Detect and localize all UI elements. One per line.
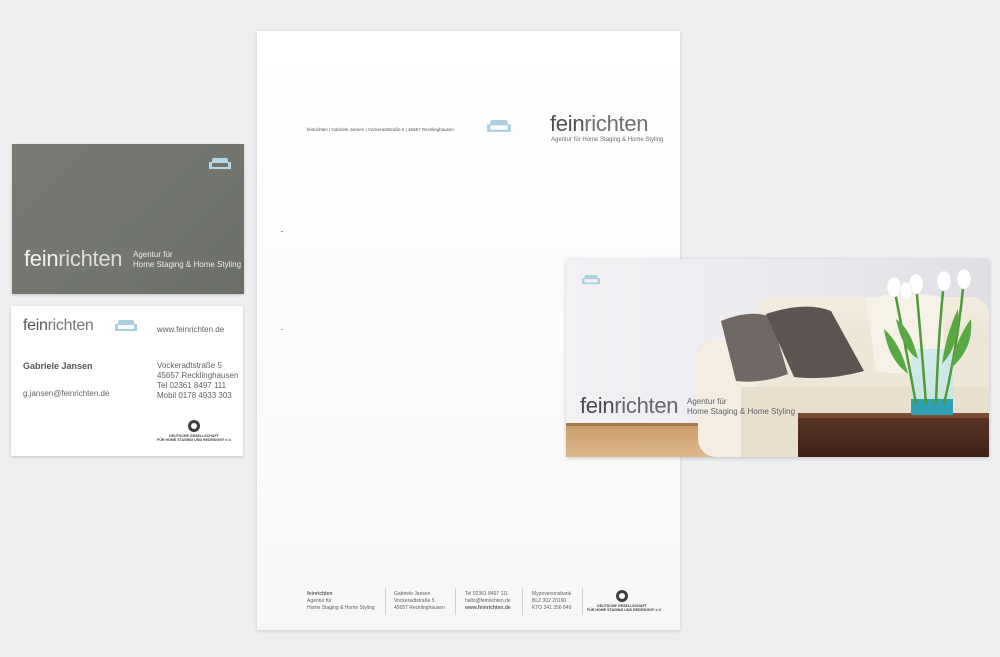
card-front-tagline: Agentur für Home Staging & Home Styling xyxy=(133,250,242,269)
flyer-tagline: Agentur für Home Staging & Home Styling xyxy=(687,397,796,416)
seal-emblem-icon xyxy=(616,590,628,602)
flyer: feinrichten Agentur für Home Staging & H… xyxy=(566,259,989,457)
card-back-logo: feinrichten xyxy=(23,317,94,334)
association-seal: DEUTSCHE GESELLSCHAFT FÜR HOME STAGING UN… xyxy=(157,420,232,443)
living-room-photo xyxy=(566,259,989,457)
footer-divider xyxy=(385,588,386,615)
fold-mark xyxy=(281,329,283,330)
footer-bank: Mypovereinsbank BLZ 302 20190 KTO 341 35… xyxy=(532,591,572,611)
sofa-icon xyxy=(209,158,231,170)
card-address: Vockeradtstraße 5 45657 Recklinghausen T… xyxy=(157,361,239,400)
fold-mark xyxy=(281,231,283,232)
card-front-logo: feinrichten xyxy=(24,246,123,271)
business-card-front: feinrichten Agentur für Home Staging & H… xyxy=(12,144,244,294)
footer-divider xyxy=(455,588,456,615)
letterhead-subtitle: Agentur für Home Staging & Home Styling xyxy=(551,137,664,143)
card-website: www.feinrichten.de xyxy=(157,325,225,334)
sofa-icon xyxy=(115,320,137,332)
sender-line: feinrichten | Gabriele Jansen | Vockerad… xyxy=(307,127,454,132)
association-seal: DEUTSCHE GESELLSCHAFT FÜR HOME STAGING UN… xyxy=(587,590,662,613)
footer-company: feinrichten Agentur für Home Staging & H… xyxy=(307,591,375,611)
footer-phone-web: Tel 02361 8497 111 hallo@feinrichten.de … xyxy=(465,591,511,611)
business-card-back: feinrichten www.feinrichten.de Gabriele … xyxy=(11,306,243,456)
card-email: g.jansen@feinrichten.de xyxy=(23,389,110,398)
sofa-icon xyxy=(582,275,600,285)
flyer-logo: feinrichten xyxy=(580,393,679,418)
letterhead-logo: feinrichten xyxy=(550,111,649,136)
footer-contact-person: Gabriele Jansen Vockeradtstraße 5 45657 … xyxy=(394,591,445,611)
sofa-icon xyxy=(487,120,511,133)
seal-emblem-icon xyxy=(188,420,200,432)
footer-divider xyxy=(582,588,583,615)
footer-divider xyxy=(522,588,523,615)
card-name: Gabriele Jansen xyxy=(23,361,93,371)
